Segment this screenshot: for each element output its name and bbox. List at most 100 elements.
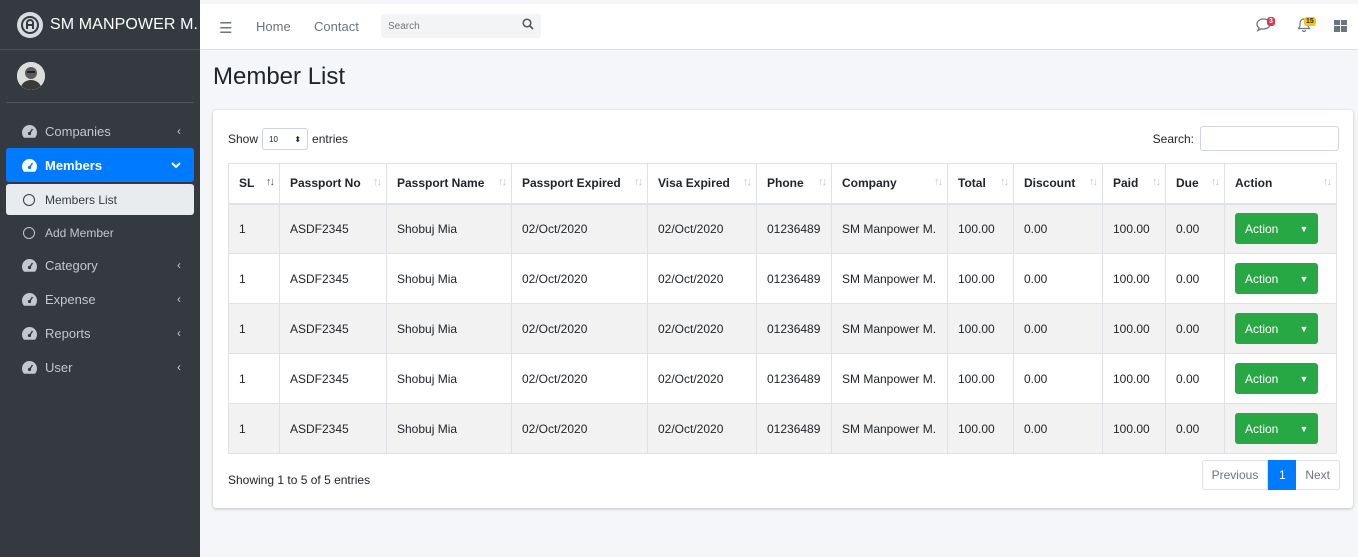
avatar[interactable]	[17, 62, 45, 90]
cell-passport-no: ASDF2345	[279, 303, 387, 354]
cell-passport-no: ASDF2345	[279, 253, 387, 304]
grid-icon[interactable]	[1334, 20, 1347, 35]
search-icon[interactable]	[522, 18, 534, 33]
cell-action: Action ▼	[1224, 303, 1337, 354]
column-header-sl[interactable]: SL ↑↓	[228, 163, 280, 205]
caret-down-icon[interactable]: ▼	[1290, 313, 1318, 344]
nav-link-contact[interactable]: Contact	[314, 19, 359, 34]
caret-down-icon[interactable]: ▼	[1290, 413, 1318, 444]
sidebar-item-user[interactable]: User ‹	[6, 350, 194, 384]
show-label: Show	[228, 132, 259, 146]
cell-total: 100.00	[947, 203, 1014, 254]
sort-icon: ↑↓	[1211, 176, 1220, 188]
sort-asc-icon: ↑↓	[266, 176, 275, 188]
cell-due: 0.00	[1165, 253, 1225, 304]
cell-phone: 01236489	[756, 353, 832, 404]
circle-icon	[23, 193, 35, 206]
page-title: Member List	[213, 63, 346, 90]
sidebar-item-reports[interactable]: Reports ‹	[6, 316, 194, 350]
cell-passport-expired: 02/Oct/2020	[511, 203, 648, 254]
cell-company: SM Manpower M.	[831, 353, 948, 404]
column-header-paid[interactable]: Paid ↑↓	[1102, 163, 1166, 205]
sort-icon: ↑↓	[498, 176, 507, 188]
action-button[interactable]: Action ▼	[1235, 263, 1318, 294]
pagination-page-1[interactable]: 1	[1268, 460, 1297, 490]
column-header-passport-no[interactable]: Passport No ↑↓	[279, 163, 387, 205]
action-button-label: Action	[1245, 221, 1279, 236]
cell-paid: 100.00	[1102, 403, 1166, 454]
user-panel	[6, 50, 194, 103]
action-button[interactable]: Action ▼	[1235, 213, 1318, 245]
cell-action: Action ▼	[1224, 353, 1337, 404]
sidebar-item-expense[interactable]: Expense ‹	[6, 282, 194, 316]
cell-due: 0.00	[1165, 353, 1225, 404]
pagination: Previous 1 Next	[1201, 460, 1340, 490]
navbar-search-input[interactable]	[381, 14, 511, 38]
table-row: 1 ASDF2345 Shobuj Mia 02/Oct/2020 02/Oct…	[228, 303, 1337, 354]
cell-discount: 0.00	[1013, 203, 1103, 254]
chevron-left-icon: ‹	[177, 258, 181, 272]
sidebar-item-label: Members	[45, 157, 103, 173]
column-header-discount[interactable]: Discount ↑↓	[1013, 163, 1103, 205]
cell-company: SM Manpower M.	[831, 253, 948, 304]
sidebar-subitem-members-list[interactable]: Members List	[6, 184, 194, 215]
dashboard-icon	[21, 257, 37, 273]
column-header-total[interactable]: Total ↑↓	[947, 163, 1014, 205]
action-button[interactable]: Action ▼	[1235, 413, 1318, 444]
brand[interactable]: SM MANPOWER M.	[0, 0, 200, 50]
column-header-visa-expired[interactable]: Visa Expired ↑↓	[647, 163, 757, 205]
brand-logo-icon	[17, 11, 43, 38]
cell-due: 0.00	[1165, 403, 1225, 454]
column-header-phone[interactable]: Phone ↑↓	[756, 163, 832, 205]
cell-company: SM Manpower M.	[831, 303, 948, 354]
entries-label: entries	[312, 132, 349, 146]
search-label: Search:	[1152, 131, 1194, 146]
action-button[interactable]: Action ▼	[1235, 363, 1318, 394]
cell-company: SM Manpower M.	[831, 203, 948, 254]
caret-down-icon[interactable]: ▼	[1290, 213, 1318, 244]
entries-select[interactable]: 10 ⬍	[262, 128, 309, 150]
cell-passport-name: Shobuj Mia	[386, 253, 512, 304]
sort-icon: ↑↓	[634, 176, 643, 188]
cell-total: 100.00	[947, 303, 1014, 354]
cell-paid: 100.00	[1102, 303, 1166, 354]
sidebar-item-companies[interactable]: Companies ‹	[6, 114, 194, 148]
cell-passport-name: Shobuj Mia	[386, 203, 512, 254]
menu-icon[interactable]: ☰	[219, 19, 232, 37]
cell-visa-expired: 02/Oct/2020	[647, 353, 757, 404]
cell-company: SM Manpower M.	[831, 403, 948, 454]
caret-down-icon[interactable]: ▼	[1290, 363, 1318, 394]
nav-link-home[interactable]: Home	[256, 19, 291, 34]
pagination-next[interactable]: Next	[1296, 460, 1340, 490]
cell-phone: 01236489	[756, 203, 832, 254]
sidebar-item-members[interactable]: Members	[6, 148, 194, 182]
column-header-passport-name[interactable]: Passport Name ↑↓	[386, 163, 512, 205]
notifications-badge: 15	[1304, 17, 1316, 26]
dashboard-icon	[21, 359, 37, 375]
cell-phone: 01236489	[756, 253, 832, 304]
sort-caret-icon: ⬍	[294, 134, 302, 144]
action-button[interactable]: Action ▼	[1235, 313, 1318, 344]
cell-paid: 100.00	[1102, 353, 1166, 404]
caret-down-icon[interactable]: ▼	[1290, 263, 1318, 294]
top-navbar: ☰ Home Contact 3 15	[200, 0, 1358, 50]
member-list-card: Show 10 ⬍ entries Search: SL ↑↓ Passport …	[213, 110, 1353, 508]
dashboard-icon	[21, 123, 37, 139]
sidebar-item-label: Companies	[45, 123, 111, 139]
sort-icon: ↑↓	[1000, 176, 1009, 188]
cell-total: 100.00	[947, 253, 1014, 304]
column-header-action[interactable]: Action ↑↓	[1224, 163, 1337, 205]
sidebar-item-category[interactable]: Category ‹	[6, 248, 194, 282]
sidebar-subitem-add-member[interactable]: Add Member	[6, 217, 194, 248]
column-header-passport-expired[interactable]: Passport Expired ↑↓	[511, 163, 648, 205]
chevron-left-icon: ‹	[177, 360, 181, 374]
action-button-label: Action	[1245, 321, 1279, 336]
dashboard-icon	[21, 325, 37, 341]
cell-passport-no: ASDF2345	[279, 403, 387, 454]
pagination-previous[interactable]: Previous	[1201, 460, 1269, 490]
column-header-company[interactable]: Company ↑↓	[831, 163, 948, 205]
cell-visa-expired: 02/Oct/2020	[647, 403, 757, 454]
table-search-input[interactable]	[1200, 126, 1339, 151]
cell-sl: 1	[228, 253, 280, 304]
column-header-due[interactable]: Due ↑↓	[1165, 163, 1225, 205]
